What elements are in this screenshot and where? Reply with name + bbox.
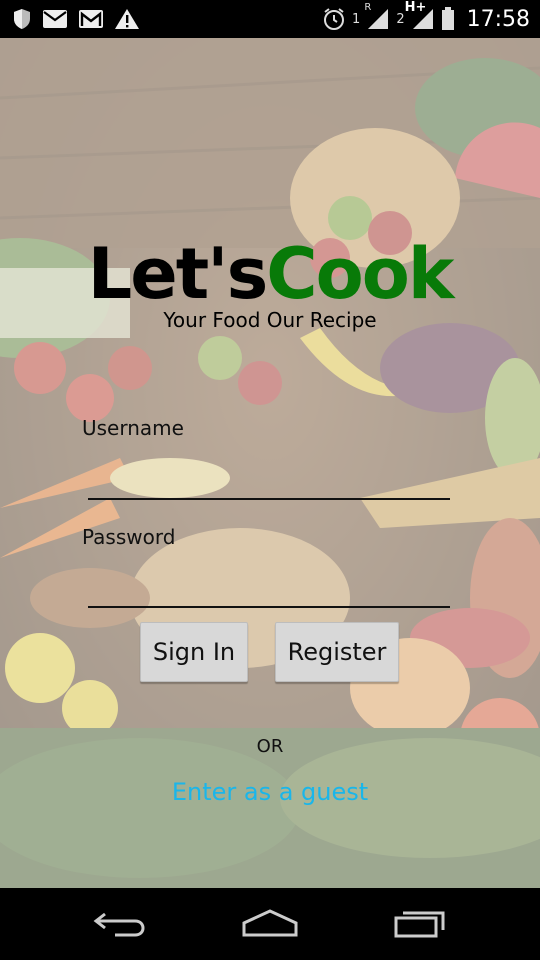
tagline: Your Food Our Recipe — [163, 308, 377, 332]
register-button[interactable]: Register — [275, 622, 399, 682]
home-icon — [241, 908, 299, 942]
logo-cook: Cook — [266, 233, 454, 315]
app-logo: Let'sCook — [0, 234, 540, 314]
login-screen: Let'sCook Your Food Our Recipe Username … — [0, 38, 540, 888]
system-icons: 1 R 2 H+ 17:58 — [322, 0, 530, 34]
gmail-icon — [78, 9, 104, 29]
mail-icon — [42, 9, 68, 29]
recents-button[interactable] — [380, 904, 460, 946]
signal-icon: R — [364, 2, 390, 30]
warning-icon — [114, 8, 140, 30]
sign-in-button[interactable]: Sign In — [140, 622, 248, 682]
guest-link[interactable]: Enter as a guest — [0, 778, 540, 806]
recents-icon — [393, 908, 447, 942]
shield-icon — [12, 8, 32, 30]
battery-icon — [441, 7, 455, 31]
back-icon — [93, 908, 147, 942]
username-input[interactable] — [88, 462, 450, 500]
sim2-label: 2 — [396, 11, 405, 27]
password-input[interactable] — [88, 570, 450, 608]
signal-icon: H+ — [405, 0, 435, 30]
network-type: H+ — [404, 0, 427, 15]
sim1-label: 1 — [352, 11, 361, 27]
username-label: Username — [82, 416, 184, 440]
navigation-bar — [0, 888, 540, 960]
notification-icons — [12, 6, 140, 32]
or-separator: OR — [256, 736, 284, 757]
password-label: Password — [82, 525, 176, 549]
status-bar: 1 R 2 H+ 17:58 — [0, 0, 540, 38]
home-button[interactable] — [230, 904, 310, 946]
back-button[interactable] — [80, 904, 160, 946]
roaming-indicator: R — [364, 2, 372, 13]
logo-lets: Let's — [87, 233, 269, 315]
alarm-icon — [322, 7, 346, 31]
clock: 17:58 — [466, 6, 530, 32]
